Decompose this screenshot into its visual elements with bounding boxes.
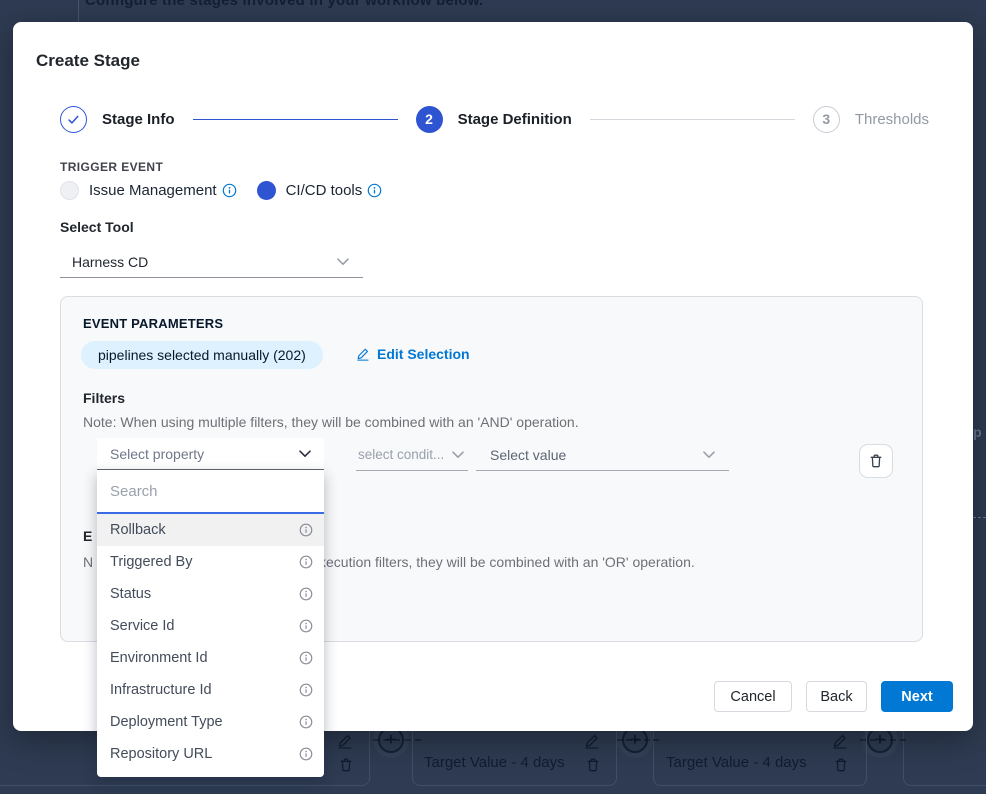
dropdown-option-repository-url[interactable]: Repository URL: [97, 738, 324, 770]
radio-label-cicd-tools: CI/CD tools: [286, 182, 363, 199]
chevron-down-icon: [452, 451, 464, 459]
step-upcoming-circle[interactable]: 3: [813, 106, 840, 133]
cancel-button[interactable]: Cancel: [714, 681, 792, 712]
filters-heading: Filters: [83, 390, 125, 406]
stepper-connector: [193, 119, 398, 120]
value-select-placeholder: Select value: [476, 447, 566, 463]
back-button[interactable]: Back: [806, 681, 867, 712]
delete-filter-button[interactable]: [859, 444, 893, 478]
info-icon[interactable]: [299, 683, 313, 697]
next-button[interactable]: Next: [881, 681, 953, 712]
background-card-label: Target Value - 4 days: [666, 754, 807, 771]
search-input[interactable]: [97, 470, 324, 514]
trash-icon: [585, 757, 601, 773]
tool-select[interactable]: Harness CD: [60, 247, 363, 278]
background-card-label: Target Value - 4 days: [424, 754, 565, 771]
check-icon: [67, 114, 80, 125]
dropdown-option-rollback[interactable]: Rollback: [97, 514, 324, 546]
modal-footer: Cancel Back Next: [714, 681, 953, 712]
edit-pencil-icon: [584, 733, 600, 749]
edit-pencil-icon: [337, 733, 353, 749]
dropdown-option-environment-id[interactable]: Environment Id: [97, 642, 324, 674]
select-tool-label: Select Tool: [60, 219, 134, 235]
execution-note-fragment: N: [83, 554, 93, 570]
modal-title: Create Stage: [36, 51, 140, 71]
dropdown-option-deployment-type[interactable]: Deployment Type: [97, 706, 324, 738]
chevron-down-icon: [703, 451, 715, 459]
background-page-subtitle: Configure the stages involved in your wo…: [85, 0, 483, 9]
info-icon[interactable]: [222, 183, 237, 198]
info-icon[interactable]: [299, 555, 313, 569]
dropdown-option-service-id[interactable]: Service Id: [97, 610, 324, 642]
info-icon[interactable]: [299, 619, 313, 633]
event-parameters-heading: EVENT PARAMETERS: [83, 316, 223, 331]
step-label-stage-definition: Stage Definition: [458, 111, 572, 128]
dropdown-option-status[interactable]: Status: [97, 578, 324, 610]
background-stage-card: [903, 728, 986, 786]
info-icon[interactable]: [299, 715, 313, 729]
info-icon[interactable]: [299, 587, 313, 601]
trash-icon: [868, 453, 884, 469]
step-current-circle[interactable]: 2: [416, 106, 443, 133]
radio-label-issue-management: Issue Management: [89, 182, 217, 199]
trash-icon: [338, 757, 354, 773]
chevron-down-icon: [337, 258, 349, 266]
info-icon[interactable]: [367, 183, 382, 198]
condition-select-placeholder: select condit...: [356, 447, 444, 462]
step-complete-circle[interactable]: [60, 106, 87, 133]
property-select[interactable]: Select property: [97, 438, 324, 470]
radio-cicd-tools[interactable]: [257, 181, 276, 200]
radio-issue-management[interactable]: [60, 181, 79, 200]
edit-selection-link[interactable]: Edit Selection: [356, 346, 470, 362]
execution-note-fragment: xecution filters, they will be combined …: [319, 554, 695, 570]
wizard-stepper: Stage Info 2 Stage Definition 3 Threshol…: [60, 105, 929, 133]
property-dropdown-menu: Rollback Triggered By Status Service Id …: [97, 470, 324, 777]
dropdown-option-infrastructure-id[interactable]: Infrastructure Id: [97, 674, 324, 706]
pipelines-selected-chip: pipelines selected manually (202): [81, 341, 323, 369]
execution-filters-heading-fragment: E: [83, 528, 92, 544]
tool-select-value: Harness CD: [60, 254, 337, 270]
edit-pencil-icon: [832, 733, 848, 749]
info-icon[interactable]: [299, 651, 313, 665]
stepper-connector: [590, 119, 795, 120]
step-label-thresholds: Thresholds: [855, 111, 929, 128]
step-label-stage-info: Stage Info: [102, 111, 175, 128]
property-select-placeholder: Select property: [97, 446, 204, 462]
edit-pencil-icon: [356, 347, 370, 361]
value-select[interactable]: Select value: [476, 439, 729, 471]
trigger-event-radio-group: Issue Management CI/CD tools: [60, 179, 382, 201]
filters-note: Note: When using multiple filters, they …: [83, 414, 579, 430]
chevron-down-icon: [299, 450, 311, 458]
condition-select[interactable]: select condit...: [356, 439, 468, 471]
dropdown-option-triggered-by[interactable]: Triggered By: [97, 546, 324, 578]
trash-icon: [833, 757, 849, 773]
info-icon[interactable]: [299, 747, 313, 761]
trigger-event-label: TRIGGER EVENT: [60, 160, 163, 174]
info-icon[interactable]: [299, 523, 313, 537]
